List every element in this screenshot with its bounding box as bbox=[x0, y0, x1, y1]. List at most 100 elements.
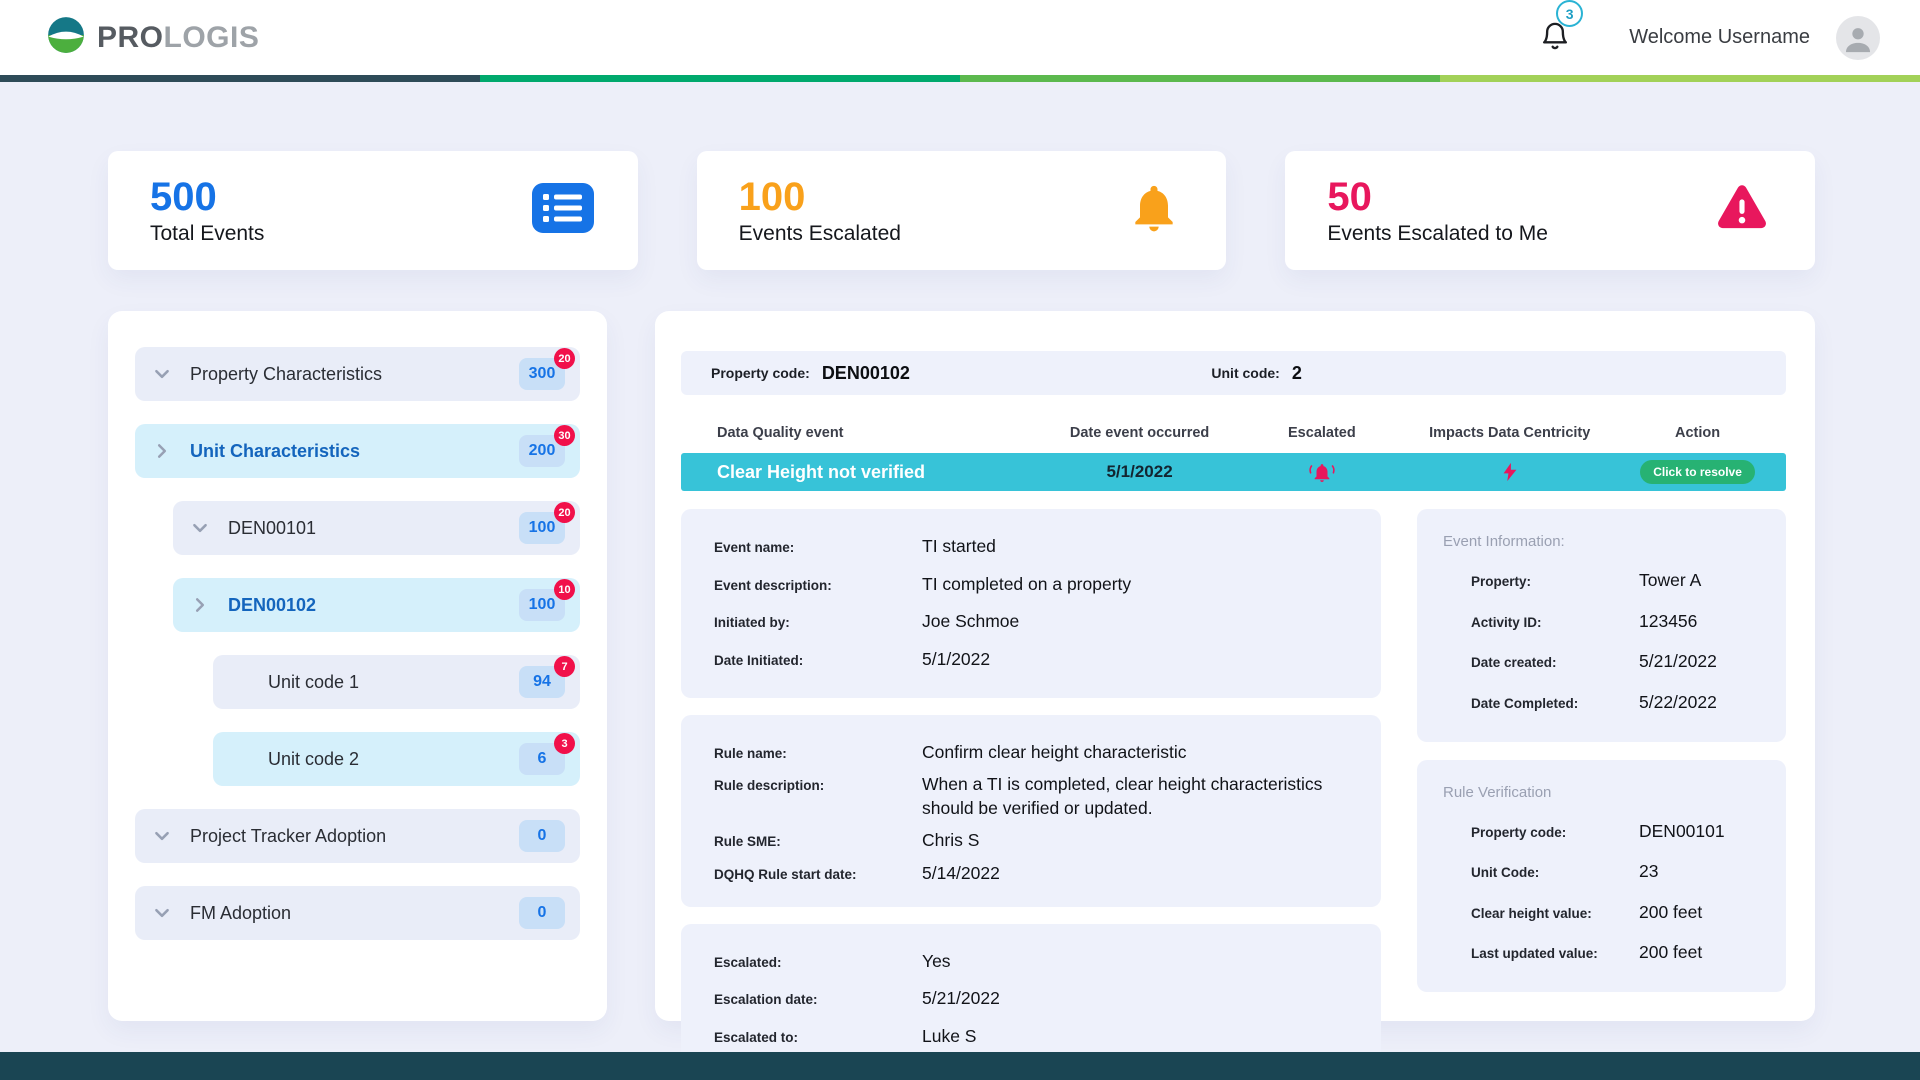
detail-label: DQHQ Rule start date: bbox=[714, 867, 922, 882]
unit-code-label: Unit code: bbox=[1211, 365, 1279, 381]
sidebar-item-unit-characteristics[interactable]: Unit Characteristics 200 30 bbox=[135, 424, 580, 478]
detail-label: Rule name: bbox=[714, 746, 922, 761]
rule-details-box: Rule name: Confirm clear height characte… bbox=[681, 715, 1381, 907]
footer-bar bbox=[0, 1052, 1920, 1080]
detail-value: 5/21/2022 bbox=[922, 987, 1353, 1011]
detail-label: Initiated by: bbox=[714, 615, 922, 630]
detail-row: Rule description: When a TI is completed… bbox=[714, 773, 1353, 820]
detail-row: Date Initiated: 5/1/2022 bbox=[714, 648, 1353, 672]
bell-ringing-icon bbox=[1233, 459, 1410, 485]
count-badge-group: 100 20 bbox=[519, 512, 565, 544]
prologis-logo-icon bbox=[45, 14, 87, 61]
notifications-button[interactable]: 3 bbox=[1539, 18, 1571, 57]
stat-text: 100 Events Escalated bbox=[739, 175, 901, 246]
sidebar-item-den00101[interactable]: DEN00101 100 20 bbox=[173, 501, 580, 555]
detail-right-column: Event Information: Property: Tower A Act… bbox=[1417, 509, 1786, 1075]
detail-label: Clear height value: bbox=[1471, 906, 1639, 921]
event-date-cell: 5/1/2022 bbox=[1046, 462, 1234, 482]
sidebar-item-label: DEN00101 bbox=[228, 518, 519, 539]
events-escalated-value: 100 bbox=[739, 175, 901, 219]
detail-label: Event name: bbox=[714, 540, 922, 555]
event-name-cell: Clear Height not verified bbox=[681, 462, 1046, 483]
detail-label: Date created: bbox=[1471, 655, 1639, 670]
detail-value: 5/14/2022 bbox=[922, 862, 1353, 886]
detail-row: Rule SME: Chris S bbox=[714, 829, 1353, 853]
detail-label: Date Completed: bbox=[1471, 696, 1639, 711]
detail-row: Escalation date: 5/21/2022 bbox=[714, 987, 1353, 1011]
column-header-event: Data Quality event bbox=[681, 425, 1046, 441]
count-badge-group: 0 bbox=[519, 897, 565, 929]
column-header-action: Action bbox=[1609, 425, 1786, 441]
detail-value: 200 feet bbox=[1639, 901, 1762, 925]
brand-gradient-strip bbox=[0, 75, 1920, 82]
count-badge-group: 0 bbox=[519, 820, 565, 852]
detail-label: Escalation date: bbox=[714, 992, 922, 1007]
sidebar-item-label: Unit code 2 bbox=[268, 749, 519, 770]
sidebar-item-unit-code-2[interactable]: Unit code 2 6 3 bbox=[213, 732, 580, 786]
detail-value: When a TI is completed, clear height cha… bbox=[922, 773, 1353, 820]
detail-value: 5/22/2022 bbox=[1639, 691, 1762, 715]
event-information-box: Event Information: Property: Tower A Act… bbox=[1417, 509, 1786, 742]
dq-table-header-row: Data Quality event Date event occurred E… bbox=[681, 425, 1786, 441]
stat-card-events-escalated-to-me[interactable]: 50 Events Escalated to Me bbox=[1285, 151, 1815, 270]
chevron-down-icon[interactable] bbox=[191, 519, 209, 537]
detail-label: Escalated to: bbox=[714, 1030, 922, 1045]
alert-count-badge: 20 bbox=[554, 348, 575, 369]
alert-count-badge: 7 bbox=[554, 656, 575, 677]
detail-row: Initiated by: Joe Schmoe bbox=[714, 610, 1353, 634]
meta-bar: Property code: DEN00102 Unit code: 2 bbox=[681, 351, 1786, 395]
chevron-down-icon[interactable] bbox=[153, 827, 171, 845]
sidebar-item-project-tracker-adoption[interactable]: Project Tracker Adoption 0 bbox=[135, 809, 580, 863]
chevron-right-icon[interactable] bbox=[191, 596, 209, 614]
prologis-logo[interactable]: PROLOGIS bbox=[45, 14, 259, 61]
detail-value: 123456 bbox=[1639, 610, 1762, 634]
sidebar-item-unit-code-1[interactable]: Unit code 1 94 7 bbox=[213, 655, 580, 709]
count-badge-group: 6 3 bbox=[519, 743, 565, 775]
detail-row: Clear height value: 200 feet bbox=[1443, 901, 1762, 925]
detail-value: Yes bbox=[922, 950, 1353, 974]
avatar[interactable] bbox=[1836, 16, 1880, 60]
detail-row: Event description: TI completed on a pro… bbox=[714, 573, 1353, 597]
detail-label: Property code: bbox=[1471, 825, 1639, 840]
total-events-label: Total Events bbox=[150, 222, 264, 246]
stats-row: 500 Total Events 100 Events Escalated bbox=[108, 151, 1815, 270]
property-code-value: DEN00102 bbox=[822, 363, 910, 384]
alert-count-badge: 10 bbox=[554, 579, 575, 600]
count-pill: 0 bbox=[519, 897, 565, 929]
sidebar-item-den00102[interactable]: DEN00102 100 10 bbox=[173, 578, 580, 632]
detail-row: Rule name: Confirm clear height characte… bbox=[714, 741, 1353, 765]
logo-text: PROLOGIS bbox=[97, 21, 259, 55]
dq-event-row[interactable]: Clear Height not verified 5/1/2022 bbox=[681, 453, 1786, 491]
detail-value: 200 feet bbox=[1639, 941, 1762, 965]
list-icon bbox=[532, 183, 594, 238]
chevron-right-icon[interactable] bbox=[153, 442, 171, 460]
detail-label: Activity ID: bbox=[1471, 615, 1639, 630]
count-badge-group: 300 20 bbox=[519, 358, 565, 390]
detail-row: Escalated: Yes bbox=[714, 950, 1353, 974]
total-events-value: 500 bbox=[150, 175, 264, 219]
events-escalated-to-me-label: Events Escalated to Me bbox=[1327, 222, 1548, 246]
stat-text: 500 Total Events bbox=[150, 175, 264, 246]
sidebar-item-fm-adoption[interactable]: FM Adoption 0 bbox=[135, 886, 580, 940]
click-to-resolve-button[interactable]: Click to resolve bbox=[1640, 460, 1755, 484]
stat-card-total-events[interactable]: 500 Total Events bbox=[108, 151, 638, 270]
sidebar-item-property-characteristics[interactable]: Property Characteristics 300 20 bbox=[135, 347, 580, 401]
chevron-down-icon[interactable] bbox=[153, 904, 171, 922]
property-code-label: Property code: bbox=[711, 365, 810, 381]
chevron-down-icon[interactable] bbox=[153, 365, 171, 383]
count-badge-group: 94 7 bbox=[519, 666, 565, 698]
detail-left-column: Event name: TI started Event description… bbox=[681, 509, 1381, 1075]
bell-icon bbox=[1539, 39, 1571, 56]
detail-row: Escalated to: Luke S bbox=[714, 1025, 1353, 1049]
panels-row: Property Characteristics 300 20 Unit Cha… bbox=[108, 311, 1815, 1021]
detail-row: Event name: TI started bbox=[714, 535, 1353, 559]
sidebar-item-label: Unit code 1 bbox=[268, 672, 519, 693]
column-header-impacts: Impacts Data Centricity bbox=[1410, 425, 1609, 441]
stat-card-events-escalated[interactable]: 100 Events Escalated bbox=[697, 151, 1227, 270]
count-badge-group: 200 30 bbox=[519, 435, 565, 467]
sidebar-item-label: Unit Characteristics bbox=[190, 441, 519, 462]
events-escalated-label: Events Escalated bbox=[739, 222, 901, 246]
bell-icon bbox=[1126, 179, 1182, 242]
detail-row: Last updated value: 200 feet bbox=[1443, 941, 1762, 965]
detail-label: Unit Code: bbox=[1471, 865, 1639, 880]
